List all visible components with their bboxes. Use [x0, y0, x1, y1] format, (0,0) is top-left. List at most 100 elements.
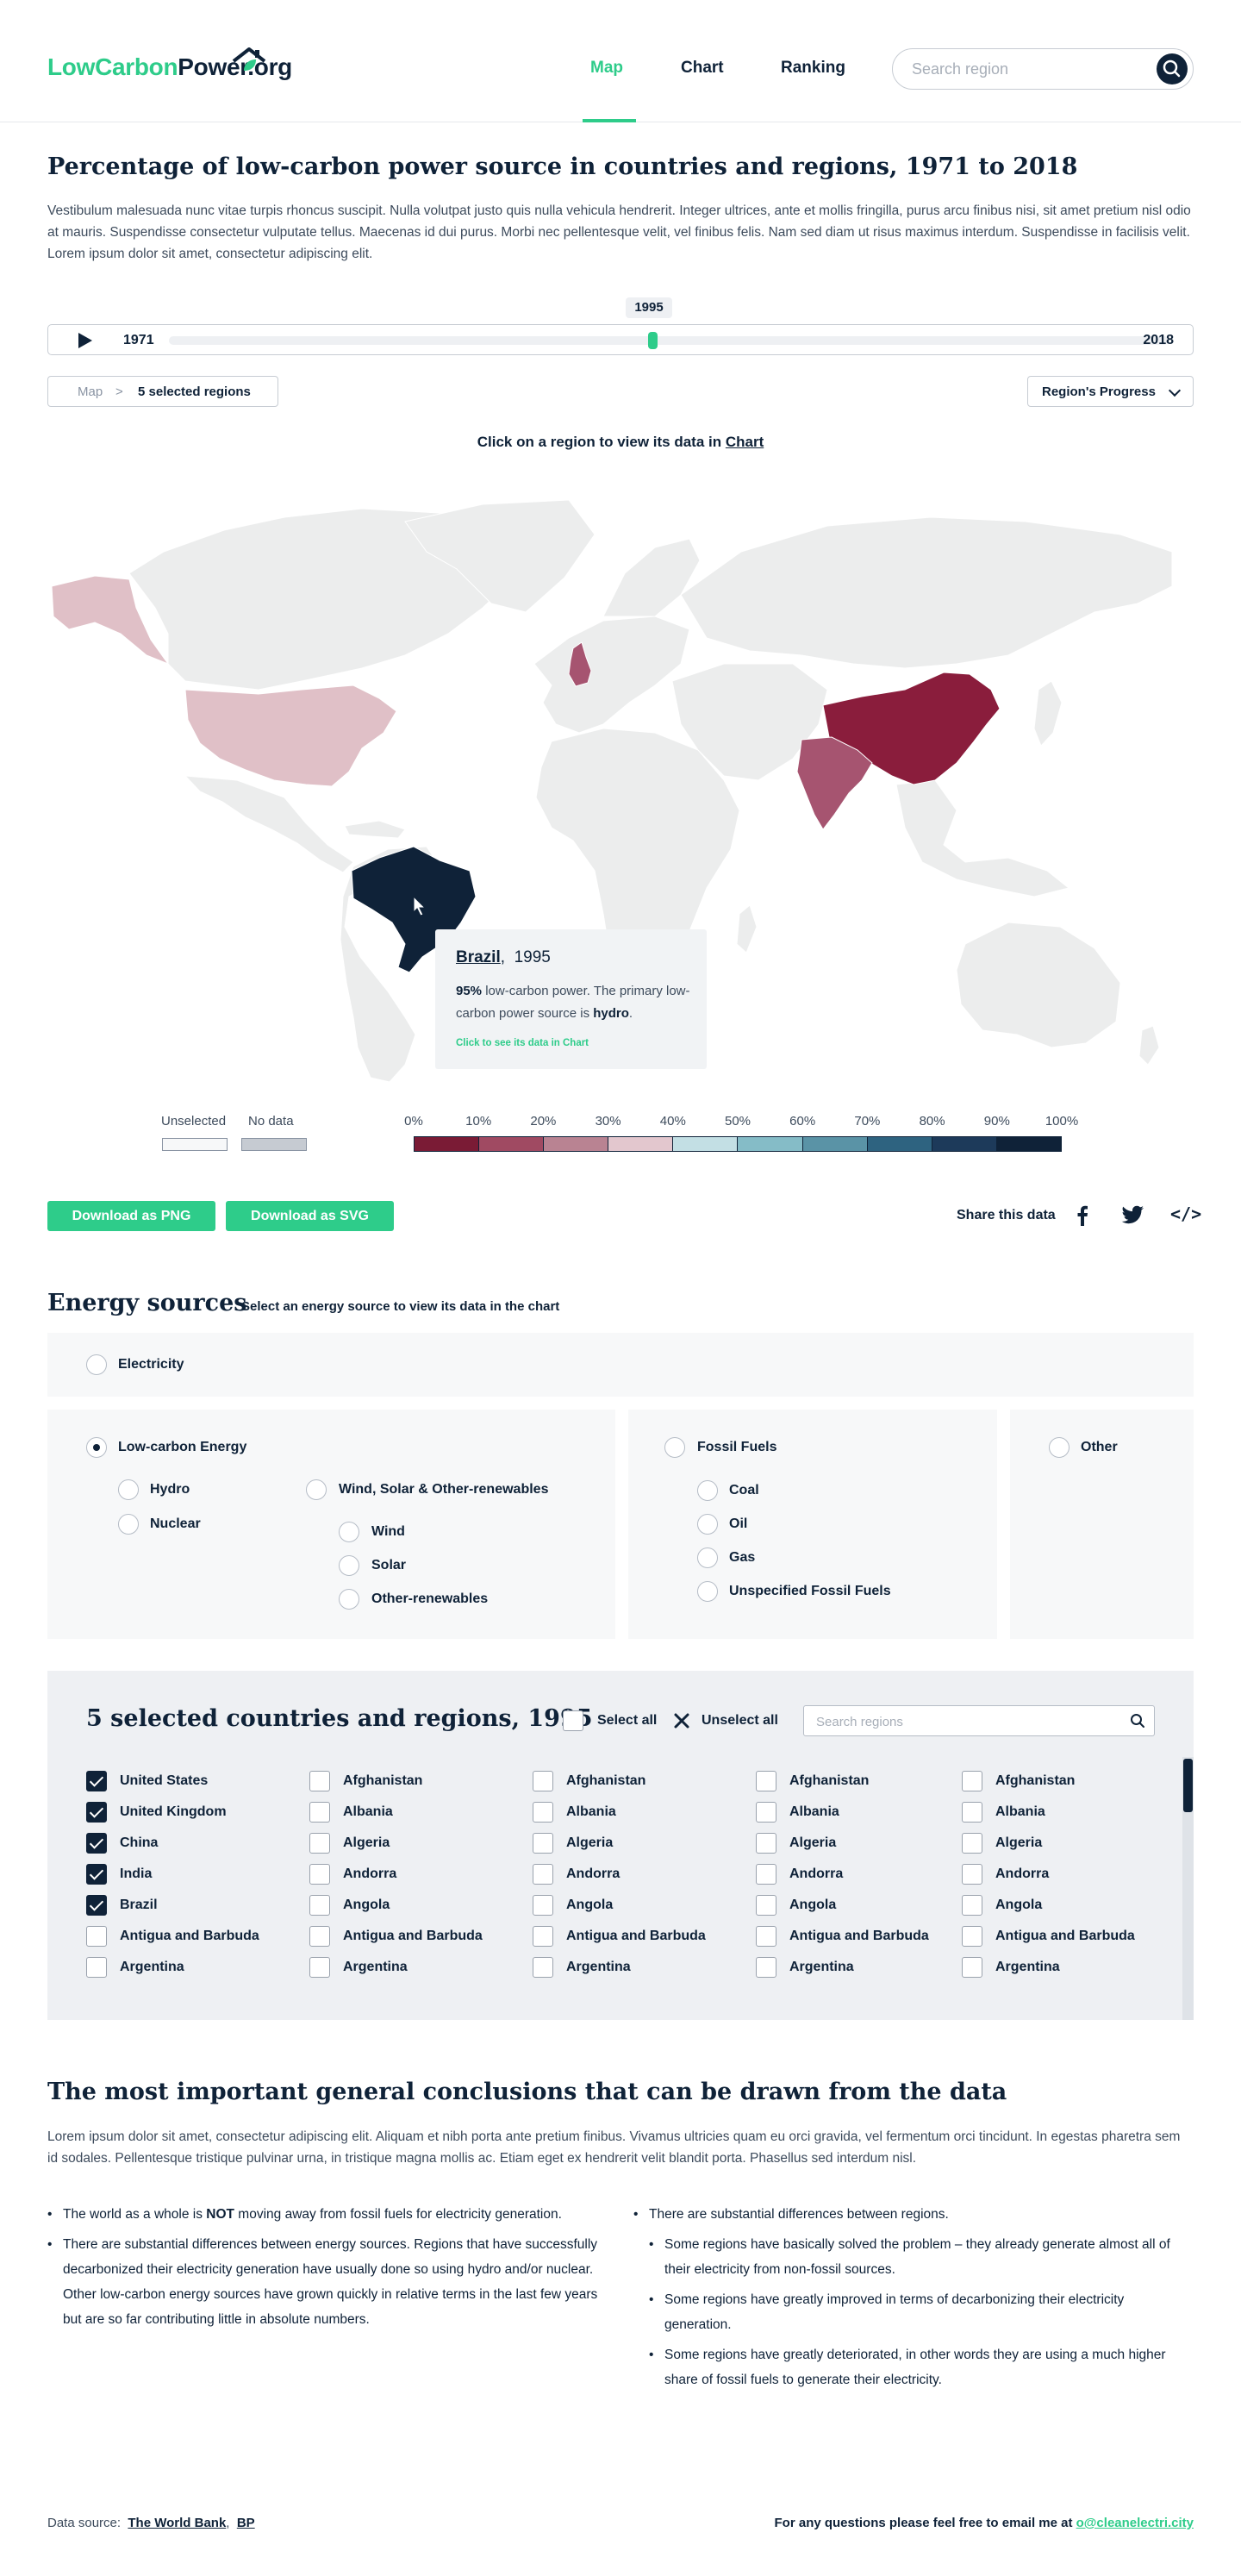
- region-checkbox[interactable]: [309, 1895, 330, 1916]
- label-solar[interactable]: Solar: [371, 1558, 406, 1573]
- region-checkbox[interactable]: [756, 1895, 776, 1916]
- region-europe[interactable]: [533, 616, 690, 734]
- region-checkbox-label[interactable]: Antigua and Barbuda: [566, 1929, 706, 1944]
- region-checkbox[interactable]: [756, 1926, 776, 1947]
- region-caribbean[interactable]: [344, 820, 406, 839]
- select-all-label[interactable]: Select all: [597, 1713, 657, 1729]
- region-checkbox-label[interactable]: India: [120, 1866, 152, 1882]
- region-list-search[interactable]: [803, 1705, 1155, 1736]
- region-checkbox[interactable]: [756, 1864, 776, 1885]
- region-russia[interactable]: [680, 516, 1173, 669]
- contact-email-link[interactable]: o@cleanelectri.city: [1076, 2516, 1194, 2530]
- search-button[interactable]: [1157, 53, 1188, 84]
- radio-oil[interactable]: [697, 1514, 718, 1535]
- region-checkbox[interactable]: [86, 1957, 107, 1978]
- label-other[interactable]: Other: [1081, 1440, 1118, 1455]
- region-checkbox-label[interactable]: China: [120, 1835, 158, 1851]
- radio-coal[interactable]: [697, 1480, 718, 1501]
- region-checkbox-label[interactable]: Argentina: [566, 1960, 631, 1975]
- region-japan[interactable]: [1033, 680, 1063, 747]
- region-checkbox[interactable]: [533, 1833, 553, 1854]
- radio-electricity[interactable]: [86, 1354, 107, 1375]
- region-checkbox[interactable]: [756, 1833, 776, 1854]
- region-checkbox-label[interactable]: Brazil: [120, 1898, 158, 1913]
- region-list-scroll-thumb[interactable]: [1183, 1759, 1193, 1812]
- region-checkbox-label[interactable]: Algeria: [343, 1835, 390, 1851]
- timeline-thumb[interactable]: [648, 332, 658, 349]
- label-fossil-fuels[interactable]: Fossil Fuels: [697, 1440, 776, 1455]
- region-australia[interactable]: [956, 922, 1121, 1048]
- region-new-zealand[interactable]: [1138, 1025, 1160, 1066]
- radio-solar[interactable]: [339, 1555, 359, 1576]
- region-checkbox[interactable]: [756, 1802, 776, 1823]
- region-checkbox[interactable]: [86, 1771, 107, 1791]
- region-mexico[interactable]: [184, 775, 354, 873]
- region-checkbox-label[interactable]: Algeria: [995, 1835, 1042, 1851]
- region-checkbox-label[interactable]: Angola: [343, 1898, 390, 1913]
- radio-wind[interactable]: [339, 1522, 359, 1542]
- region-checkbox-label[interactable]: Angola: [566, 1898, 613, 1913]
- unselect-all-label[interactable]: Unselect all: [702, 1713, 778, 1729]
- download-png-button[interactable]: Download as PNG: [47, 1201, 215, 1231]
- region-checkbox-label[interactable]: Angola: [789, 1898, 836, 1913]
- region-checkbox[interactable]: [756, 1771, 776, 1791]
- nav-ranking[interactable]: Ranking: [781, 59, 845, 78]
- region-checkbox-label[interactable]: Algeria: [789, 1835, 836, 1851]
- twitter-icon[interactable]: [1120, 1205, 1144, 1226]
- radio-wind-solar-other[interactable]: [306, 1479, 327, 1500]
- region-southeast-asia[interactable]: [895, 779, 1070, 897]
- region-checkbox-label[interactable]: Andorra: [343, 1866, 396, 1882]
- region-checkbox[interactable]: [962, 1802, 982, 1823]
- region-checkbox-label[interactable]: Algeria: [566, 1835, 613, 1851]
- radio-low-carbon[interactable]: [86, 1437, 107, 1458]
- label-unspecified-fossil[interactable]: Unspecified Fossil Fuels: [729, 1584, 891, 1599]
- nav-map[interactable]: Map: [590, 59, 623, 78]
- region-checkbox-label[interactable]: United States: [120, 1773, 208, 1789]
- label-low-carbon[interactable]: Low-carbon Energy: [118, 1440, 246, 1455]
- label-wind-solar-other[interactable]: Wind, Solar & Other-renewables: [339, 1482, 548, 1497]
- radio-fossil-fuels[interactable]: [664, 1437, 685, 1458]
- embed-icon[interactable]: </>: [1170, 1204, 1201, 1224]
- breadcrumb-root[interactable]: Map: [78, 385, 103, 399]
- label-wind[interactable]: Wind: [371, 1524, 405, 1540]
- region-checkbox[interactable]: [756, 1957, 776, 1978]
- region-checkbox[interactable]: [86, 1864, 107, 1885]
- region-checkbox-label[interactable]: Antigua and Barbuda: [343, 1929, 483, 1944]
- region-checkbox[interactable]: [962, 1895, 982, 1916]
- label-oil[interactable]: Oil: [729, 1516, 747, 1532]
- region-checkbox[interactable]: [962, 1833, 982, 1854]
- search-icon[interactable]: [1130, 1713, 1145, 1729]
- region-checkbox-label[interactable]: Antigua and Barbuda: [120, 1929, 259, 1944]
- region-checkbox[interactable]: [962, 1771, 982, 1791]
- region-list-search-input[interactable]: [816, 1713, 1101, 1730]
- region-checkbox[interactable]: [86, 1833, 107, 1854]
- region-checkbox[interactable]: [309, 1864, 330, 1885]
- tooltip-region[interactable]: Brazil: [456, 948, 501, 966]
- region-checkbox-label[interactable]: Albania: [995, 1804, 1045, 1820]
- nav-chart[interactable]: Chart: [681, 59, 724, 78]
- region-checkbox[interactable]: [962, 1926, 982, 1947]
- region-checkbox[interactable]: [533, 1771, 553, 1791]
- region-search-input[interactable]: [912, 59, 1136, 78]
- facebook-icon[interactable]: [1076, 1205, 1088, 1226]
- region-checkbox[interactable]: [533, 1926, 553, 1947]
- region-checkbox-label[interactable]: Antigua and Barbuda: [995, 1929, 1135, 1944]
- region-checkbox-label[interactable]: Albania: [789, 1804, 839, 1820]
- label-hydro[interactable]: Hydro: [150, 1482, 190, 1497]
- radio-hydro[interactable]: [118, 1479, 139, 1500]
- region-checkbox-label[interactable]: Andorra: [789, 1866, 843, 1882]
- region-checkbox[interactable]: [962, 1957, 982, 1978]
- label-nuclear[interactable]: Nuclear: [150, 1516, 201, 1532]
- region-checkbox[interactable]: [309, 1926, 330, 1947]
- play-icon[interactable]: [78, 333, 92, 348]
- region-checkbox-label[interactable]: Andorra: [566, 1866, 620, 1882]
- radio-other-renewables[interactable]: [339, 1589, 359, 1610]
- region-checkbox[interactable]: [533, 1957, 553, 1978]
- map-hint-chart-link[interactable]: Chart: [726, 434, 764, 450]
- region-search-box[interactable]: [892, 48, 1194, 90]
- region-checkbox-label[interactable]: Angola: [995, 1898, 1042, 1913]
- site-logo[interactable]: LowCarbonPower.org: [47, 47, 292, 81]
- region-checkbox[interactable]: [309, 1802, 330, 1823]
- radio-unspecified-fossil[interactable]: [697, 1581, 718, 1602]
- region-checkbox-label[interactable]: Argentina: [995, 1960, 1060, 1975]
